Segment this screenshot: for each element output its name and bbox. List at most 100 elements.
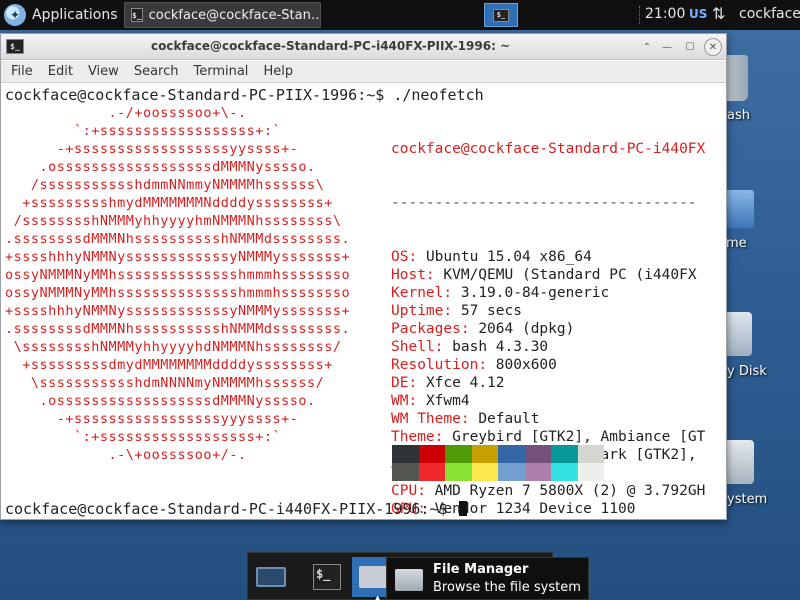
window-titlebar[interactable]: $_ cockface@cockface-Standard-PC-i440FX-… [1, 34, 726, 60]
info-row: Packages: 2064 (dpkg) [391, 320, 705, 338]
terminal-icon: $_ [131, 8, 143, 22]
info-label: Theme [391, 429, 435, 445]
ascii-art-line: .ssssssssdMMMNhsssssssssshNMMMdssssssss. [5, 321, 351, 337]
palette-swatch [498, 445, 525, 463]
menu-help[interactable]: Help [263, 64, 293, 79]
info-colon: : [417, 483, 435, 499]
info-colon: : [434, 429, 453, 445]
ascii-art-line: +sssssssssdmydMMMMMMMMddddyssssssss+ [5, 357, 333, 373]
info-colon: : [443, 303, 461, 319]
palette-swatch [524, 463, 551, 481]
info-row: Theme: Greybird [GTK2], Ambiance [GT [391, 428, 705, 446]
clock[interactable]: 21:00 [645, 6, 685, 22]
info-value: KVM/QEMU (Standard PC (i440FX [443, 267, 697, 283]
palette-swatch [471, 463, 498, 481]
info-colon: : [434, 339, 453, 355]
panel-separator [639, 6, 641, 24]
taskbar-terminal-title: cockface@cockface-Stan… [148, 7, 321, 23]
palette-swatch [445, 463, 472, 481]
ascii-art-line: -+sssssssssssssssssyyyssss+- [5, 411, 299, 427]
file-manager-icon [359, 566, 387, 588]
info-colon: : [408, 249, 426, 265]
keyboard-layout-indicator[interactable]: US [689, 7, 707, 21]
info-value: 2064 (dpkg) [478, 321, 575, 337]
network-icon[interactable]: ⇅ [712, 4, 725, 23]
top-panel: ✦ Applications $_ cockface@cockface-Stan… [0, 0, 800, 30]
info-value: bash 4.3.30 [452, 339, 549, 355]
ascii-art-line: +sssshhhyNMMNyssssssssssssyNMMMysssssss+ [5, 249, 351, 265]
disk-label: y Disk [727, 364, 767, 379]
applications-menu[interactable]: ✦ Applications [0, 0, 118, 30]
info-colon: : [460, 411, 479, 427]
ascii-art-line: .-/+oossssoo+\-. [5, 105, 247, 121]
maximize-button[interactable]: ☐ [682, 39, 698, 55]
ascii-art-line: +sssshhhyNMMNyssssssssssssyNMMMysssssss+ [5, 303, 351, 319]
palette-swatch [418, 463, 445, 481]
minimize-button[interactable]: — [659, 39, 675, 55]
palette-swatch [392, 445, 419, 463]
ascii-art-line: .ossssssssssssssssssdMMMNysssso. [5, 159, 316, 175]
palette-swatch [551, 445, 578, 463]
menu-file[interactable]: File [11, 64, 33, 79]
palette-swatch [445, 445, 472, 463]
info-colon: : [443, 285, 461, 301]
tooltip-title: File Manager [433, 562, 529, 577]
ascii-art-line: /sssssssshNMMMyhhyyyyhmNMMMNhssssssss\ [5, 213, 342, 229]
ascii-art-line: ossyNMMMNyMMhsssssssssssssshmmmhssssssso [5, 285, 351, 301]
menu-edit[interactable]: Edit [48, 64, 73, 79]
info-label: DE [391, 375, 409, 391]
menu-terminal[interactable]: Terminal [193, 64, 248, 79]
info-label: Resolution [391, 357, 479, 373]
info-title: cockface@cockface-Standard-PC-i440FX [391, 141, 706, 157]
info-row: DE: Xfce 4.12 [391, 374, 705, 392]
terminal-window: $_ cockface@cockface-Standard-PC-i440FX-… [0, 33, 727, 520]
info-row: WM Theme: Default [391, 410, 705, 428]
terminal-output[interactable]: cockface@cockface-Standard-PC-PIIX-1996:… [1, 84, 726, 519]
palette-swatch [577, 463, 604, 481]
info-label: OS [391, 249, 409, 265]
info-colon: : [460, 321, 479, 337]
ascii-art-line: +ssssssssshmydMMMMMMMNddddyssssssss+ [5, 195, 333, 211]
ascii-art-line: \sssssssshNMMMyhhyyyyhdNMMMNhssssssss/ [5, 339, 342, 355]
palette-swatch [471, 445, 498, 463]
ascii-art-line: .-\+oossssoo+/-. [5, 447, 247, 463]
info-label: WM Theme [391, 411, 461, 427]
info-label: CPU [391, 483, 418, 499]
ubuntu-ascii-logo: .-/+oossssoo+\-. `:+ssssssssssssssssss+:… [5, 104, 350, 464]
info-value: AMD Ryzen 7 5800X (2) @ 3.792GH [434, 483, 706, 499]
info-label: Uptime [391, 303, 444, 319]
menu-search[interactable]: Search [134, 64, 179, 79]
info-label: WM [391, 393, 409, 409]
info-row: Memory: 409MiB / 3952MiB [391, 518, 705, 519]
shell-prompt[interactable]: cockface@cockface-Standard-PC-i440FX-PII… [5, 500, 467, 518]
user-menu[interactable]: cockface [739, 6, 800, 22]
shade-button[interactable]: ⌃ [639, 39, 655, 55]
file-system-label: ystem [727, 492, 768, 507]
mouse-pointer-icon: ▲ [373, 592, 383, 600]
taskbar-terminal-button[interactable]: $_ cockface@cockface-Stan… [124, 2, 321, 28]
ascii-art-line: -+ssssssssssssssssssyyssss+- [5, 141, 299, 157]
info-row: Shell: bash 4.3.30 [391, 338, 705, 356]
info-row: WM: Xfwm4 [391, 392, 705, 410]
close-button[interactable]: ✕ [704, 38, 722, 56]
palette-swatch [524, 445, 551, 463]
show-desktop-button[interactable] [250, 557, 292, 597]
menu-view[interactable]: View [88, 64, 119, 79]
info-separator: ----------------------------------- [391, 195, 697, 211]
dock-terminal-launcher[interactable]: $_ [306, 557, 348, 597]
desktop-icon [256, 567, 286, 587]
info-value: Xfce 4.12 [425, 375, 505, 391]
info-row: Kernel: 3.19.0-84-generic [391, 284, 705, 302]
prompt-text: cockface@cockface-Standard-PC-i440FX-PII… [5, 500, 457, 518]
palette-swatch [577, 445, 604, 463]
info-colon: : [478, 357, 496, 373]
info-colon: : [408, 393, 426, 409]
info-row: Resolution: 800x600 [391, 356, 705, 374]
info-row: CPU: AMD Ryzen 7 5800X (2) @ 3.792GH [391, 482, 705, 500]
terminal-icon: $_ [6, 39, 24, 54]
info-label: Shell [391, 339, 435, 355]
window-title: cockface@cockface-Standard-PC-i440FX-PII… [151, 39, 511, 53]
workspace-switcher[interactable]: $_ [484, 3, 518, 27]
color-palette [392, 445, 604, 481]
tooltip-subtitle: Browse the file system [433, 580, 581, 595]
